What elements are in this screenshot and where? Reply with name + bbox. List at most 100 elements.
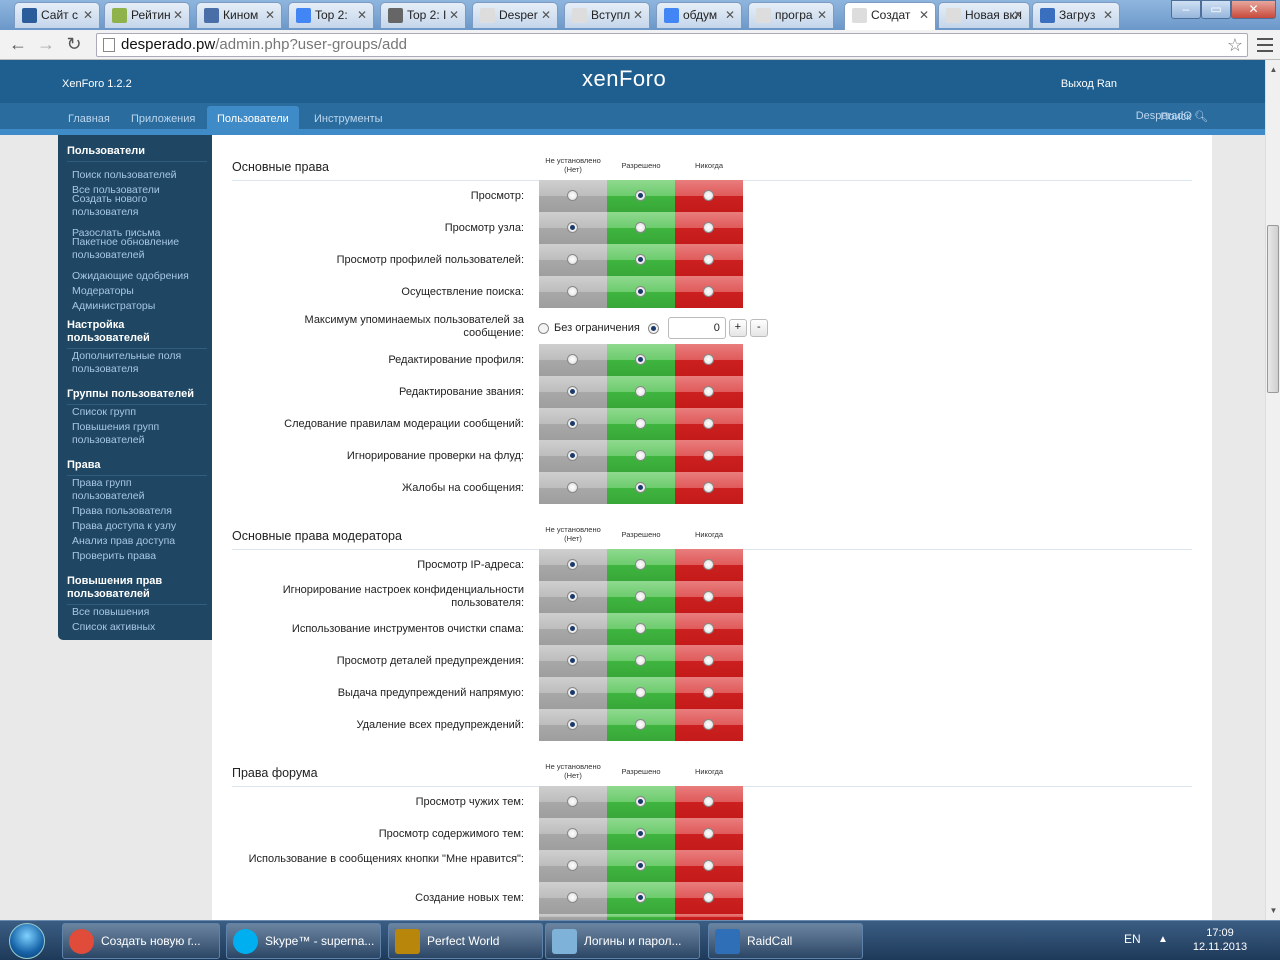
language-indicator[interactable]: EN — [1124, 932, 1141, 946]
sidebar-item[interactable]: Дополнительные поля пользователя — [58, 350, 196, 376]
sidebar-item[interactable]: Ожидающие одобрения — [58, 270, 196, 283]
permission-cell-unset[interactable] — [539, 344, 607, 376]
tab-close-icon[interactable]: ✕ — [357, 3, 367, 27]
permission-cell-allow[interactable] — [607, 677, 675, 709]
permission-cell-never[interactable] — [675, 818, 743, 850]
page-scrollbar[interactable]: ▲ ▼ — [1265, 60, 1280, 920]
permission-cell-unset[interactable] — [539, 677, 607, 709]
reload-icon[interactable]: ↻ — [62, 33, 86, 57]
permission-cell-unset[interactable] — [539, 244, 607, 276]
scroll-thumb[interactable] — [1267, 225, 1279, 393]
sidebar-item[interactable]: Создать нового пользователя — [58, 193, 196, 219]
scroll-up-icon[interactable]: ▲ — [1266, 62, 1280, 77]
browser-tab[interactable]: Top 2: I ✕ — [380, 2, 466, 28]
permission-cell-unset[interactable] — [539, 613, 607, 645]
increment-button[interactable]: + — [728, 319, 747, 337]
tab-close-icon[interactable]: ✕ — [919, 3, 929, 27]
permission-radio-unset[interactable] — [567, 386, 578, 397]
browser-tab[interactable]: обдум ✕ — [656, 2, 742, 28]
permission-radio-never[interactable] — [703, 828, 714, 839]
taskbar-item[interactable]: Логины и парол... — [545, 923, 700, 959]
permission-radio-unset[interactable] — [567, 286, 578, 297]
permission-cell-unset[interactable] — [539, 212, 607, 244]
browser-tab[interactable]: Desper ✕ — [472, 2, 558, 28]
browser-tab[interactable]: Top 2: ✕ — [288, 2, 374, 28]
permission-cell-allow[interactable] — [607, 376, 675, 408]
permission-cell-unset[interactable] — [539, 709, 607, 741]
permission-radio-never[interactable] — [703, 286, 714, 297]
permission-cell-allow[interactable] — [607, 344, 675, 376]
permission-cell-never[interactable] — [675, 677, 743, 709]
permission-cell-unset[interactable] — [539, 408, 607, 440]
sidebar-item[interactable]: Проверить права — [58, 550, 196, 563]
sidebar-item[interactable]: Поиск пользователей — [58, 169, 196, 182]
permission-radio-allow[interactable] — [635, 286, 646, 297]
permission-cell-never[interactable] — [675, 212, 743, 244]
maximize-button[interactable]: ▭ — [1201, 0, 1231, 19]
permission-radio-unset[interactable] — [567, 719, 578, 730]
nav-tab[interactable]: Пользователи — [207, 106, 299, 129]
limited-radio[interactable] — [647, 322, 659, 334]
permission-cell-never[interactable] — [675, 850, 743, 882]
sidebar-item[interactable]: Модераторы — [58, 285, 196, 298]
permission-cell-unset[interactable] — [539, 581, 607, 613]
tab-close-icon[interactable]: ✕ — [1103, 3, 1113, 27]
permission-cell-never[interactable] — [675, 244, 743, 276]
permission-radio-never[interactable] — [703, 796, 714, 807]
permission-cell-never[interactable] — [675, 581, 743, 613]
permission-radio-allow[interactable] — [635, 254, 646, 265]
permission-radio-unset[interactable] — [567, 254, 578, 265]
permission-radio-never[interactable] — [703, 655, 714, 666]
permission-cell-never[interactable] — [675, 709, 743, 741]
browser-tab[interactable]: Создат ✕ — [844, 2, 936, 30]
permission-radio-unset[interactable] — [567, 828, 578, 839]
permission-radio-never[interactable] — [703, 719, 714, 730]
permission-radio-allow[interactable] — [635, 190, 646, 201]
permission-radio-never[interactable] — [703, 687, 714, 698]
clock[interactable]: 17:09 12.11.2013 — [1170, 926, 1270, 954]
sidebar-item[interactable]: Права групп пользователей — [58, 477, 196, 503]
permission-cell-allow[interactable] — [607, 850, 675, 882]
permission-radio-never[interactable] — [703, 254, 714, 265]
permission-radio-never[interactable] — [703, 386, 714, 397]
permission-cell-unset[interactable] — [539, 786, 607, 818]
permission-cell-unset[interactable] — [539, 882, 607, 914]
permission-radio-allow[interactable] — [635, 222, 646, 233]
permission-radio-allow[interactable] — [635, 860, 646, 871]
tab-close-icon[interactable]: ✕ — [633, 3, 643, 27]
bookmark-star-icon[interactable]: ☆ — [1227, 34, 1243, 56]
tab-close-icon[interactable]: ✕ — [541, 3, 551, 27]
permission-cell-allow[interactable] — [607, 581, 675, 613]
sidebar-item[interactable]: Права доступа к узлу — [58, 520, 196, 533]
sidebar-item[interactable]: Все повышения — [58, 606, 196, 619]
taskbar-item[interactable]: RaidCall — [708, 923, 863, 959]
permission-cell-never[interactable] — [675, 645, 743, 677]
decrement-button[interactable]: - — [749, 319, 768, 337]
menu-icon[interactable] — [1254, 34, 1276, 56]
permission-cell-never[interactable] — [675, 180, 743, 212]
logout-link[interactable]: Выход Ran — [1061, 78, 1117, 90]
permission-radio-allow[interactable] — [635, 796, 646, 807]
permission-radio-allow[interactable] — [635, 719, 646, 730]
sidebar-item[interactable]: Повышения групп пользователей — [58, 421, 196, 447]
permission-radio-unset[interactable] — [567, 222, 578, 233]
permission-radio-never[interactable] — [703, 559, 714, 570]
sidebar-item[interactable]: Список групп — [58, 406, 196, 419]
permission-radio-allow[interactable] — [635, 450, 646, 461]
permission-cell-allow[interactable] — [607, 408, 675, 440]
taskbar-item[interactable]: Skype™ - superna... — [226, 923, 381, 959]
unlimited-radio[interactable] — [538, 322, 549, 334]
browser-tab[interactable]: Загруз ✕ — [1032, 2, 1120, 28]
xenforo-logo[interactable]: xenForo — [582, 66, 666, 92]
permission-radio-unset[interactable] — [567, 860, 578, 871]
permission-radio-unset[interactable] — [567, 796, 578, 807]
permission-radio-never[interactable] — [703, 190, 714, 201]
permission-cell-allow[interactable] — [607, 709, 675, 741]
tab-close-icon[interactable]: ✕ — [725, 3, 735, 27]
permission-radio-never[interactable] — [703, 354, 714, 365]
sidebar-item[interactable]: Анализ прав доступа — [58, 535, 196, 548]
permission-cell-allow[interactable] — [607, 276, 675, 308]
permission-cell-never[interactable] — [675, 276, 743, 308]
browser-tab[interactable]: Сайт с ✕ — [14, 2, 100, 28]
permission-cell-unset[interactable] — [539, 440, 607, 472]
